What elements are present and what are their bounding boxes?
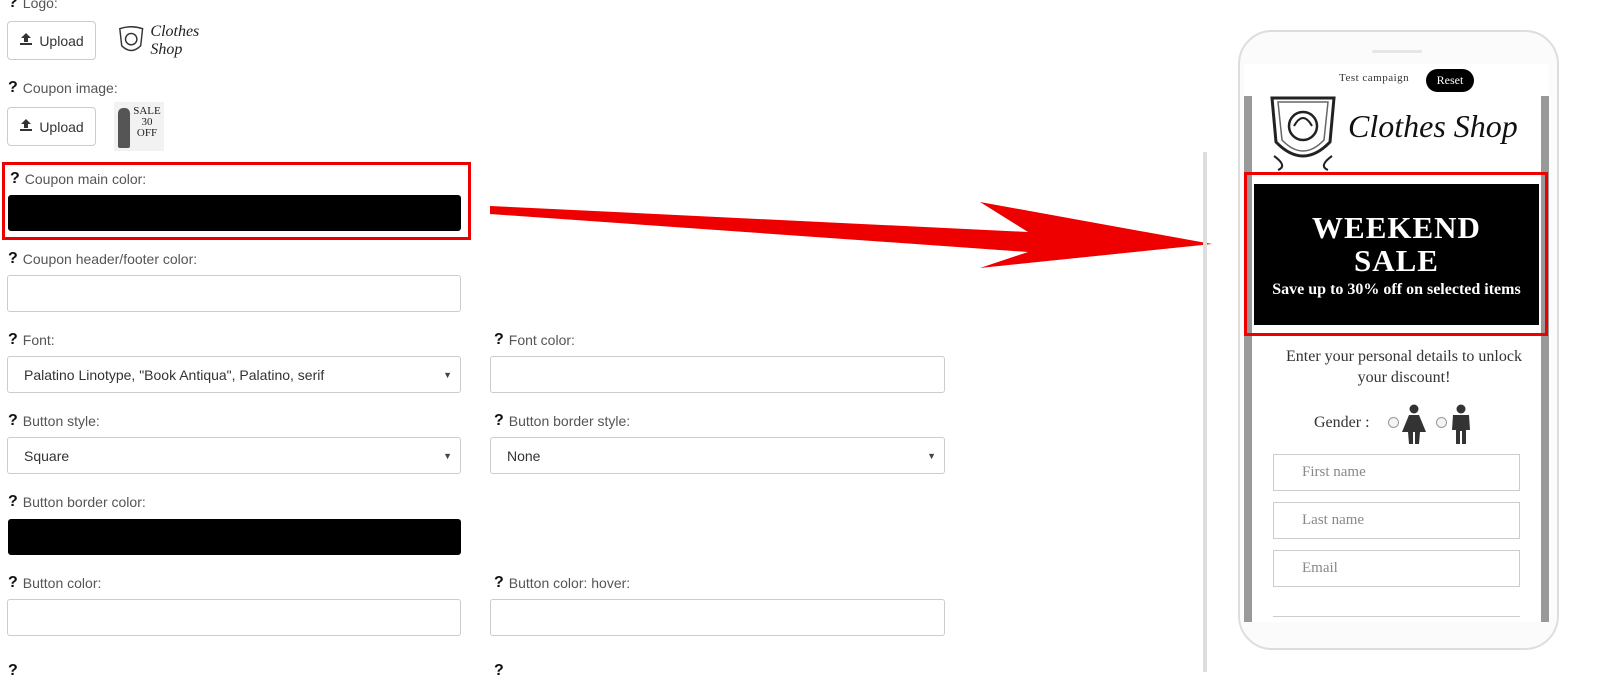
button-border-color-label: ? Button border color: xyxy=(8,493,146,511)
first-name-input[interactable]: First name xyxy=(1273,454,1520,491)
preview-logo-text: Clothes Shop xyxy=(1348,108,1518,144)
shield-logo-icon xyxy=(119,26,144,52)
help-icon[interactable]: ? xyxy=(8,493,18,511)
model-figure xyxy=(118,108,130,148)
font-select[interactable]: Palatino Linotype, "Book Antiqua", Palat… xyxy=(7,356,461,393)
button-color-hover-label: ? Button color: hover: xyxy=(494,574,631,592)
logo-label: ? Logo: xyxy=(8,0,58,12)
gender-male-radio[interactable] xyxy=(1436,417,1447,428)
help-icon[interactable]: ? xyxy=(8,331,18,349)
help-icon[interactable]: ? xyxy=(8,250,18,268)
help-icon[interactable]: ? xyxy=(494,412,504,430)
button-color-input[interactable] xyxy=(7,599,461,636)
coupon-image-thumbnail: SALE 30 OFF xyxy=(114,102,164,151)
phone-speaker xyxy=(1372,50,1422,53)
coupon-image-label: ? Coupon image: xyxy=(8,79,118,97)
button-border-style-select[interactable]: None ▼ xyxy=(490,437,945,474)
help-icon[interactable]: ? xyxy=(494,662,504,680)
help-icon[interactable]: ? xyxy=(10,170,20,188)
reset-button[interactable]: Reset xyxy=(1426,69,1474,92)
instructions-text: Enter your personal details to unlock yo… xyxy=(1286,348,1522,386)
last-name-input[interactable]: Last name xyxy=(1273,502,1520,539)
phone-screen: Test campaign Reset Clothes Shop WEEKEND… xyxy=(1244,64,1549,622)
help-icon[interactable]: ? xyxy=(8,574,18,592)
coupon-image-upload-button[interactable]: Upload xyxy=(7,107,96,146)
button-color-hover-input[interactable] xyxy=(490,599,945,636)
button-style-select[interactable]: Square ▼ xyxy=(7,437,461,474)
coupon-header-footer-color-label: ? Coupon header/footer color: xyxy=(8,250,198,268)
coupon-main-color-label: ? Coupon main color: xyxy=(10,170,147,188)
help-icon[interactable]: ? xyxy=(8,0,18,12)
help-icon[interactable]: ? xyxy=(8,79,18,97)
email-input[interactable]: Email xyxy=(1273,550,1520,587)
shield-logo-icon xyxy=(1270,96,1336,171)
dropdown-caret-icon: ▼ xyxy=(443,450,452,461)
test-campaign-label: Test campaign xyxy=(1339,72,1410,84)
coupon-main-color-input[interactable] xyxy=(8,195,461,231)
panel-divider xyxy=(1203,152,1207,672)
gender-label: Gender : xyxy=(1314,414,1370,431)
dropdown-caret-icon: ▼ xyxy=(927,450,936,461)
male-icon[interactable] xyxy=(1448,404,1474,444)
font-label: ? Font: xyxy=(8,331,55,349)
highlight-box-preview-coupon xyxy=(1244,172,1548,336)
red-arrow xyxy=(490,202,1212,268)
logo-upload-button[interactable]: Upload xyxy=(7,21,96,60)
help-icon[interactable]: ? xyxy=(8,662,18,680)
female-icon[interactable] xyxy=(1400,404,1428,444)
help-icon[interactable]: ? xyxy=(494,331,504,349)
font-color-label: ? Font color: xyxy=(494,331,575,349)
font-color-input[interactable] xyxy=(490,356,945,393)
button-style-label: ? Button style: xyxy=(8,412,100,430)
upload-icon xyxy=(19,118,33,135)
coupon-header-footer-color-input[interactable] xyxy=(7,275,461,312)
button-color-label: ? Button color: xyxy=(8,574,102,592)
logo-preview: Clothes Shop xyxy=(116,22,231,60)
next-input-partial[interactable] xyxy=(1273,616,1520,622)
dropdown-caret-icon: ▼ xyxy=(443,369,452,380)
upload-icon xyxy=(19,32,33,49)
button-border-style-label: ? Button border style: xyxy=(494,412,631,430)
button-border-color-input[interactable] xyxy=(8,519,461,555)
help-icon[interactable]: ? xyxy=(494,574,504,592)
help-icon[interactable]: ? xyxy=(8,412,18,430)
gender-female-radio[interactable] xyxy=(1388,417,1399,428)
